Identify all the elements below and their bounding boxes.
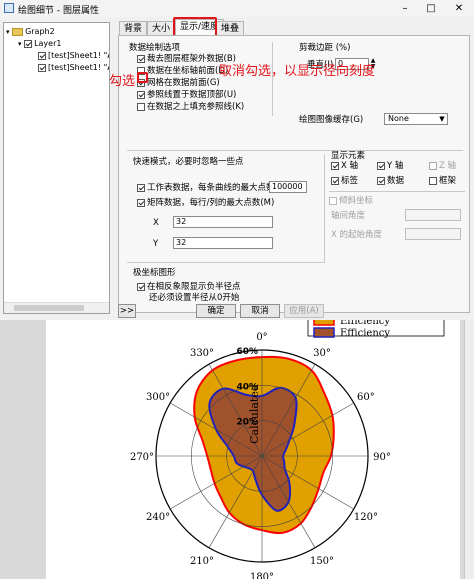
layer-checkbox[interactable] — [24, 39, 33, 48]
labels-checkbox[interactable] — [331, 176, 339, 185]
cache-select[interactable]: None ▼ — [384, 113, 448, 125]
polar-chart: 0° 30° 60° 90° 120° 150° 180° 210° 240° 270° 300° 3… — [130, 320, 445, 579]
tree-horizontal-scrollbar[interactable] — [4, 302, 109, 313]
clip-data-checkbox[interactable] — [137, 54, 145, 63]
app-icon — [4, 3, 14, 13]
clip-title: 剪裁边距 (%) — [299, 43, 351, 53]
divider — [272, 42, 273, 116]
tree-item-plot-2[interactable]: [test]Sheet1! "An — [38, 62, 109, 73]
chevron-down-icon: ▼ — [439, 115, 445, 123]
tree-item-layer[interactable]: ▾ Layer1 — [18, 38, 61, 49]
angular-tick-label: 60° — [357, 392, 375, 403]
skew-x-start-angle-label: X 的起始角度 — [331, 230, 383, 240]
legend-label-1: Efficiency — [340, 320, 390, 327]
plot-2-checkbox[interactable] — [38, 63, 46, 72]
minimize-button[interactable]: – — [392, 1, 418, 16]
option-x-axis[interactable]: X 轴 — [331, 161, 358, 171]
skew-axis-angle-input[interactable] — [405, 209, 461, 221]
radial-axis-label: Calculated — [248, 384, 261, 444]
graph-vertical-scrollbar[interactable] — [464, 320, 474, 579]
divider — [324, 154, 325, 262]
annotation-check: 勾选 — [109, 74, 136, 89]
angular-tick-label: 210° — [190, 556, 214, 567]
angular-tick-label: 30° — [313, 348, 331, 359]
z-axis-checkbox[interactable] — [429, 161, 437, 170]
option-skew-axes[interactable]: 倾斜坐标 — [329, 196, 373, 206]
matrix-y-label: Y — [153, 239, 159, 249]
annotation-uncheck: 取消勾选，以显示径向刻度 — [219, 64, 376, 79]
option-z-axis[interactable]: Z 轴 — [429, 161, 456, 171]
tree-item-plot-1[interactable]: [test]Sheet1! "An — [38, 50, 109, 61]
refline-top-checkbox[interactable] — [137, 90, 145, 99]
window-titlebar: 绘图细节 - 图层属性 – □ ✕ — [0, 0, 474, 18]
y-axis-checkbox[interactable] — [377, 161, 385, 170]
data-checkbox[interactable] — [377, 176, 385, 185]
skew-axis-angle-label: 轴间角度 — [331, 211, 366, 221]
display-title: 显示元素 — [331, 151, 366, 161]
cancel-button[interactable]: 取消 — [240, 304, 280, 318]
polar-title: 极坐标图形 — [133, 268, 176, 278]
divider — [329, 191, 465, 192]
matrix-y-input[interactable]: 32 — [173, 237, 273, 249]
highlight-tab-box — [173, 17, 217, 37]
option-refline-top[interactable]: 参照线置于数据顶部(U) — [137, 90, 236, 100]
option-worksheet-max-points[interactable]: 工作表数据，每条曲线的最大点数 — [137, 183, 275, 193]
polar-negative-radius-checkbox[interactable] — [137, 282, 145, 291]
matrix-x-label: X — [153, 218, 159, 228]
frame-checkbox[interactable] — [429, 176, 437, 185]
option-data-front-axes[interactable]: 数据在坐标轴前面(D) — [137, 66, 228, 76]
apply-button[interactable]: 应用(A) — [284, 304, 324, 318]
worksheet-max-points-input[interactable]: 100000 — [269, 181, 307, 193]
tab-stack[interactable]: 堆叠 — [216, 21, 245, 35]
angular-tick-label: 270° — [130, 452, 154, 463]
option-fill-refline[interactable]: 在数据之上填充参照线(K) — [137, 102, 244, 112]
tab-size[interactable]: 大小 — [147, 21, 176, 35]
angular-tick-label: 120° — [354, 512, 378, 523]
option-matrix-max-points[interactable]: 矩阵数据，每行/列的最大点数(M) — [137, 198, 274, 208]
close-button[interactable]: ✕ — [446, 1, 472, 16]
data-draw-title: 数据绘制选项 — [129, 43, 181, 53]
angular-tick-label: 0° — [256, 332, 267, 343]
angular-tick-label: 330° — [190, 348, 214, 359]
ok-button[interactable]: 确定 — [196, 304, 236, 318]
skew-axes-checkbox[interactable] — [329, 196, 337, 205]
option-frame[interactable]: 框架 — [429, 176, 456, 186]
option-grid-front-data[interactable]: 网格在数据前面(G) — [137, 78, 220, 88]
polar-option-note: 还必须设置半径从0开始 — [149, 293, 240, 303]
plot-1-checkbox[interactable] — [38, 51, 46, 60]
expand-button[interactable]: >> — [118, 304, 136, 318]
divider — [127, 150, 463, 151]
graph-page: 0° 30° 60° 90° 120° 150° 180° 210° 240° 270° 300° 3… — [46, 320, 460, 579]
cache-label: 绘图图像缓存(G) — [299, 115, 364, 125]
maximize-button[interactable]: □ — [418, 1, 444, 16]
option-labels[interactable]: 标签 — [331, 176, 358, 186]
layer-tree[interactable]: ▾ Graph2 ▾ Layer1 [test]Sheet1! "An [tes… — [3, 22, 110, 314]
skew-x-start-angle-input[interactable] — [405, 228, 461, 240]
divider — [127, 262, 325, 263]
angular-tick-label: 90° — [373, 452, 391, 463]
fill-refline-checkbox[interactable] — [137, 102, 145, 111]
angular-tick-label: 240° — [146, 512, 170, 523]
matrix-x-input[interactable]: 32 — [173, 216, 273, 228]
fast-mode-title: 快速模式，必要时忽略一些点 — [133, 157, 244, 167]
folder-icon — [12, 27, 24, 36]
option-data[interactable]: 数据 — [377, 176, 404, 186]
legend-swatch-1 — [313, 320, 335, 326]
angular-tick-label: 150° — [310, 556, 334, 567]
option-y-axis[interactable]: Y 轴 — [377, 161, 403, 171]
window-title: 绘图细节 - 图层属性 — [18, 6, 99, 16]
tab-background[interactable]: 背景 — [119, 21, 148, 35]
radial-tick-label: 60% — [236, 347, 258, 357]
legend-label-2: Efficiency — [340, 328, 390, 339]
graph-window: 0° 30° 60° 90° 120° 150° 180° 210° 240° 270° 300° 3… — [0, 320, 474, 579]
matrix-max-points-checkbox[interactable] — [137, 198, 145, 207]
x-axis-checkbox[interactable] — [331, 161, 339, 170]
worksheet-max-points-checkbox[interactable] — [137, 183, 145, 192]
tree-item-graph[interactable]: ▾ Graph2 — [6, 26, 55, 37]
legend-swatch-2 — [313, 327, 335, 338]
angular-tick-label: 300° — [146, 392, 170, 403]
highlight-grid-checkbox-box — [137, 72, 148, 83]
angular-tick-label: 180° — [250, 572, 274, 579]
option-polar-negative-radius[interactable]: 在相反象限显示负半径点 — [137, 282, 241, 292]
